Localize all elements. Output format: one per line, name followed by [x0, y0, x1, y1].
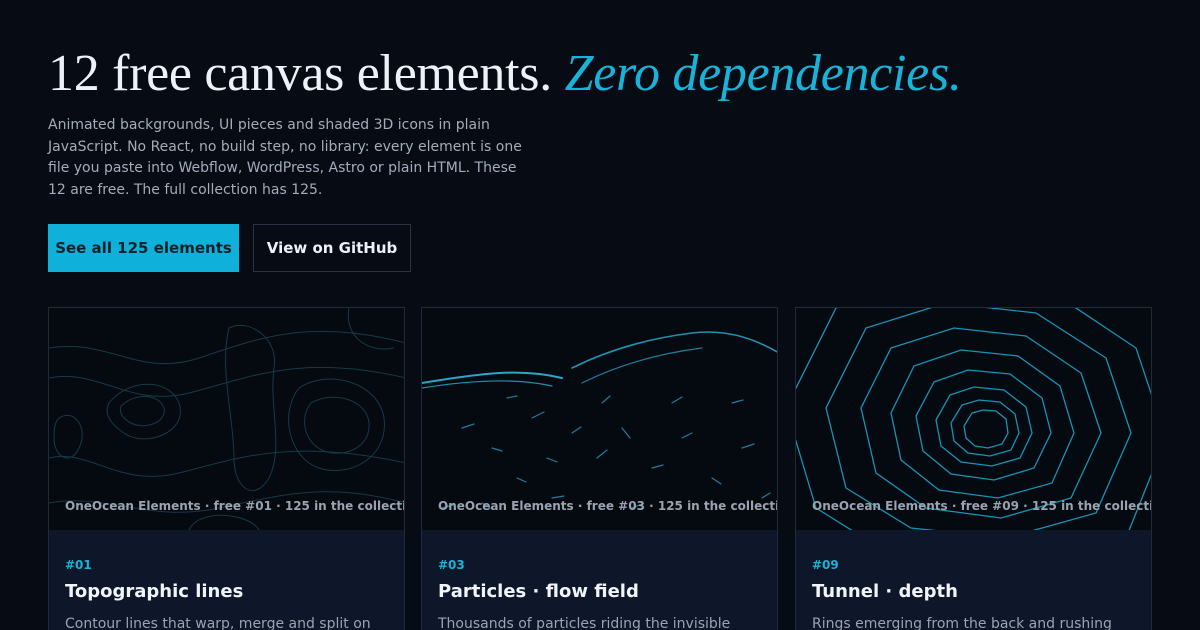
topographic-preview: OneOcean Elements · free #01 · 125 in th…: [49, 308, 404, 530]
tunnel-preview: OneOcean Elements · free #09 · 125 in th…: [796, 308, 1151, 530]
see-all-elements-button[interactable]: See all 125 elements: [48, 224, 239, 272]
view-on-github-button[interactable]: View on GitHub: [253, 224, 411, 272]
card-title: Tunnel · depth: [812, 581, 958, 602]
card-caption: OneOcean Elements · free #09 · 125 in th…: [812, 499, 1151, 513]
card-body: #03 Particles · flow field Thousands of …: [422, 530, 777, 630]
card-caption: OneOcean Elements · free #03 · 125 in th…: [438, 499, 777, 513]
particles-preview: OneOcean Elements · free #03 · 125 in th…: [422, 308, 777, 530]
element-card-tunnel[interactable]: OneOcean Elements · free #09 · 125 in th…: [795, 307, 1152, 630]
card-number: #09: [812, 558, 839, 572]
page-title: 12 free canvas elements. Zero dependenci…: [48, 44, 962, 103]
card-number: #03: [438, 558, 465, 572]
element-card-topographic[interactable]: OneOcean Elements · free #01 · 125 in th…: [48, 307, 405, 630]
card-caption: OneOcean Elements · free #01 · 125 in th…: [65, 499, 404, 513]
card-description: Contour lines that warp, merge and split…: [65, 616, 371, 630]
card-title: Particles · flow field: [438, 581, 639, 602]
card-number: #01: [65, 558, 92, 572]
card-body: #09 Tunnel · depth Rings emerging from t…: [796, 530, 1151, 630]
card-description: Rings emerging from the back and rushing…: [812, 616, 1112, 630]
page-title-main: 12 free canvas elements.: [48, 45, 552, 102]
page-title-accent: Zero dependencies.: [564, 45, 962, 102]
element-card-particles[interactable]: OneOcean Elements · free #03 · 125 in th…: [421, 307, 778, 630]
card-description: Thousands of particles riding the invisi…: [438, 616, 731, 630]
card-body: #01 Topographic lines Contour lines that…: [49, 530, 404, 630]
card-title: Topographic lines: [65, 581, 244, 602]
hero-description: Animated backgrounds, UI pieces and shad…: [48, 117, 522, 198]
